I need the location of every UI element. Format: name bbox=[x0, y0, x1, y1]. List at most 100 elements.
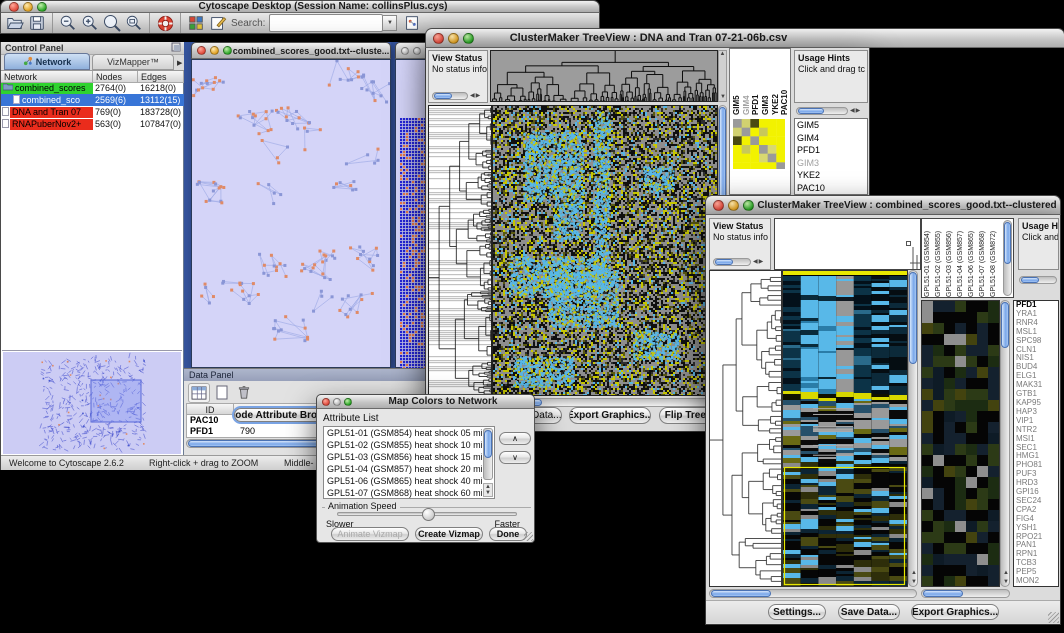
col-header-nodes[interactable]: Nodes bbox=[93, 71, 138, 83]
tv1-row-label[interactable]: PFD1 bbox=[795, 144, 867, 157]
tv2-zoom-heatmap-canvas[interactable] bbox=[921, 300, 1000, 587]
scroll-right-icon[interactable]: ▶ bbox=[476, 93, 481, 99]
attribute-item[interactable]: GPL51-01 (GSM854) heat shock 05 min bbox=[324, 427, 482, 439]
scroll-up-icon[interactable]: ▲ bbox=[911, 570, 917, 576]
network-row-selected[interactable]: combined_sco 2569(6) 13112(15) bbox=[1, 94, 184, 106]
col-header-id[interactable]: ID bbox=[187, 404, 234, 415]
tv1-row-label[interactable]: GIM5 bbox=[795, 119, 867, 132]
tv1-row-label[interactable]: GIM4 bbox=[795, 132, 867, 145]
tv1-hints-scrollbar[interactable] bbox=[796, 107, 848, 115]
tv1-row-label[interactable]: YKE2 bbox=[795, 169, 867, 182]
scroll-down-icon[interactable]: ▼ bbox=[720, 94, 726, 100]
scroll-down-icon[interactable]: ▼ bbox=[484, 490, 492, 496]
zoom-button[interactable] bbox=[344, 398, 352, 406]
network-row[interactable]: RNAPuberNov2+ 563(0) 107847(0) bbox=[1, 118, 184, 130]
tv2-status-scrollbar[interactable] bbox=[713, 258, 751, 266]
tv1-column-label[interactable]: GIM5 bbox=[732, 50, 742, 115]
animation-slider-track[interactable] bbox=[337, 512, 517, 516]
tv1-column-label[interactable]: GIM4 bbox=[742, 50, 752, 115]
resize-grip[interactable] bbox=[524, 532, 533, 541]
map-dialog-titlebar[interactable]: Map Colors to Network bbox=[316, 394, 535, 409]
zoom-button[interactable] bbox=[223, 46, 232, 55]
tv2-column-label[interactable]: GPL51-01 (GSM854) bbox=[924, 220, 935, 297]
tv1-row-label[interactable]: GIM3 bbox=[795, 157, 867, 170]
create-vizmap-button[interactable]: Create Vizmap bbox=[415, 527, 483, 541]
scroll-up-icon[interactable]: ▲ bbox=[1003, 570, 1009, 576]
tab-network[interactable]: Network bbox=[4, 53, 90, 70]
attribute-item[interactable]: GPL51-03 (GSM856) heat shock 15 min bbox=[324, 451, 482, 463]
tv1-status-scrollbar[interactable] bbox=[432, 92, 468, 100]
treeview1-titlebar[interactable]: ClusterMaker TreeView : DNA and Tran 07-… bbox=[425, 28, 1064, 48]
tv1-mini-heatmap-canvas[interactable] bbox=[733, 119, 785, 169]
scroll-left-icon[interactable]: ◀ bbox=[850, 108, 855, 114]
open-file-icon[interactable] bbox=[4, 12, 26, 34]
tv2-column-label[interactable]: GPL51-08 (GSM872) bbox=[990, 220, 1001, 297]
attribute-item[interactable]: GPL51-06 (GSM865) heat shock 40 min bbox=[324, 475, 482, 487]
search-dropdown-button[interactable]: ▼ bbox=[383, 15, 397, 31]
close-button[interactable] bbox=[713, 200, 724, 211]
annotation-icon[interactable] bbox=[207, 12, 229, 34]
network-row[interactable]: combined_scores 2764(0) 16218(0) bbox=[1, 82, 184, 94]
tv2-zoom-hscrollbar[interactable] bbox=[921, 589, 1010, 598]
tv2-hscrollbar[interactable] bbox=[709, 589, 917, 598]
tv2-gene-scrollbar[interactable]: ▲ ▼ bbox=[1000, 300, 1010, 587]
tab-vizmapper[interactable]: VizMapper™ bbox=[92, 54, 174, 70]
network-row[interactable]: DNA and Tran 07 769(0) 183728(0) bbox=[1, 106, 184, 118]
tv2-column-label[interactable]: GPL51-06 (GSM865) bbox=[968, 220, 979, 297]
tv2-labels-scrollbar[interactable] bbox=[1003, 220, 1012, 296]
scroll-left-icon[interactable]: ◀ bbox=[753, 259, 758, 265]
tv1-column-label[interactable]: GIM3 bbox=[761, 50, 771, 115]
tv2-column-label[interactable]: GPL51-03 (GSM856) bbox=[946, 220, 957, 297]
scroll-down-icon[interactable]: ▼ bbox=[911, 579, 917, 585]
zoom-out-icon[interactable] bbox=[57, 12, 79, 34]
new-document-icon[interactable] bbox=[212, 383, 232, 401]
minimize-button[interactable] bbox=[333, 398, 341, 406]
attribute-item[interactable]: GPL51-07 (GSM868) heat shock 60 min bbox=[324, 487, 482, 499]
treeview2-titlebar[interactable]: ClusterMaker TreeView : combined_scores_… bbox=[705, 195, 1061, 215]
tv1-heatmap-canvas[interactable] bbox=[492, 105, 718, 396]
network-view-titlebar[interactable]: combined_scores_good.txt--cluste... bbox=[191, 42, 391, 59]
close-button[interactable] bbox=[197, 46, 206, 55]
tv2-settings-button[interactable]: Settings... bbox=[768, 604, 826, 620]
close-button[interactable] bbox=[322, 398, 330, 406]
tv1-row-label[interactable]: PAC10 bbox=[795, 182, 867, 195]
zoom-selected-icon[interactable] bbox=[101, 12, 123, 34]
animation-slider-thumb[interactable] bbox=[422, 508, 435, 521]
attribute-scroll-arrows[interactable]: ▲ ▼ bbox=[483, 483, 493, 497]
trash-icon[interactable] bbox=[234, 383, 254, 401]
tv1-row-dendrogram-canvas[interactable] bbox=[428, 105, 492, 396]
tv2-column-label[interactable]: GPL51-02 (GSM855) bbox=[935, 220, 946, 297]
gene-label[interactable]: MON2 bbox=[1014, 577, 1058, 586]
animate-vizmap-button[interactable]: Animate Vizmap bbox=[331, 527, 409, 541]
tv2-heatmap-canvas[interactable] bbox=[782, 270, 908, 587]
move-down-button[interactable]: ∨ bbox=[499, 451, 531, 464]
tv1-column-label[interactable]: PAC10 bbox=[780, 50, 790, 115]
network-overview-canvas[interactable] bbox=[3, 352, 181, 454]
network-report-icon[interactable] bbox=[401, 12, 423, 34]
minimize-button[interactable] bbox=[413, 47, 421, 55]
save-session-icon[interactable] bbox=[26, 12, 48, 34]
minimize-button[interactable] bbox=[210, 46, 219, 55]
vizmap-grid-icon[interactable] bbox=[185, 12, 207, 34]
table-grid-icon[interactable] bbox=[188, 383, 210, 403]
scroll-right-icon[interactable]: ▶ bbox=[856, 108, 861, 114]
zoom-fit-icon[interactable] bbox=[123, 12, 145, 34]
tab-overflow-button[interactable]: ▶ bbox=[177, 59, 182, 70]
scroll-down-icon[interactable]: ▼ bbox=[1003, 579, 1009, 585]
tv1-dendro-scroll-strip[interactable]: ▲ ▼ bbox=[718, 50, 727, 102]
col-header-edges[interactable]: Edges bbox=[138, 71, 184, 83]
tv1-export-graphics-button[interactable]: Export Graphics... bbox=[569, 407, 651, 424]
tv2-hints-scrollbar[interactable] bbox=[1019, 276, 1057, 284]
close-button[interactable] bbox=[9, 2, 19, 12]
done-button[interactable]: Done bbox=[489, 527, 527, 541]
attribute-item[interactable]: GPL51-04 (GSM857) heat shock 20 min bbox=[324, 463, 482, 475]
tv2-export-graphics-button[interactable]: Export Graphics... bbox=[911, 604, 999, 620]
zoom-button[interactable] bbox=[37, 2, 47, 12]
attribute-item[interactable]: GPL51-02 (GSM855) heat shock 10 min bbox=[324, 439, 482, 451]
resize-grip[interactable] bbox=[1048, 612, 1059, 623]
zoom-in-icon[interactable] bbox=[79, 12, 101, 34]
tv2-row-dendrogram-canvas[interactable] bbox=[709, 270, 782, 587]
close-button[interactable] bbox=[401, 47, 409, 55]
help-lifering-icon[interactable] bbox=[154, 12, 176, 34]
col-header-network[interactable]: Network bbox=[1, 71, 93, 83]
